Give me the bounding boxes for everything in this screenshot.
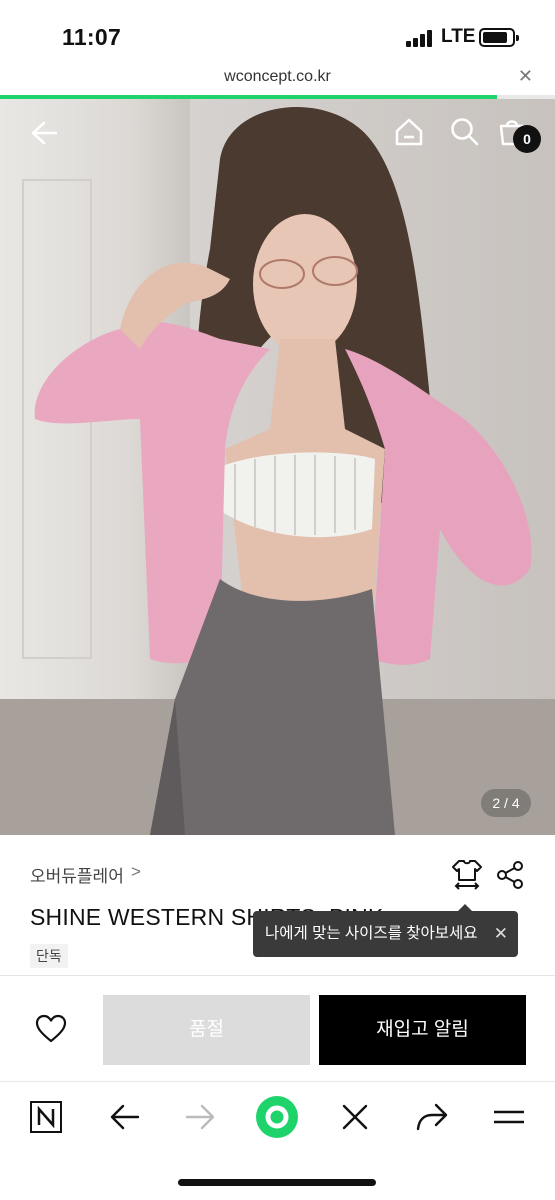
url-text[interactable]: wconcept.co.kr [0,68,555,86]
home-indicator [178,1179,376,1186]
naver-icon[interactable] [28,1099,64,1135]
divider [0,975,555,976]
home-icon[interactable] [393,116,425,148]
status-bar: 11:07 LTE [0,0,555,70]
back-arrow-icon[interactable] [28,118,58,148]
close-icon[interactable]: ✕ [518,66,533,87]
status-time: 11:07 [62,24,122,50]
image-counter: 2 / 4 [481,789,531,817]
close-icon[interactable] [337,1099,373,1135]
menu-icon[interactable] [491,1099,527,1135]
chevron-right-icon[interactable]: > [131,862,141,882]
network-label: LTE [441,26,476,47]
heart-icon[interactable] [35,1014,67,1044]
battery-icon [479,28,519,47]
cart-count-badge[interactable]: 0 [513,125,541,153]
brand-link[interactable]: 오버듀플레어 [30,862,124,887]
forward-icon[interactable] [183,1099,219,1135]
signal-icon [406,29,434,47]
soldout-button[interactable]: 품절 [103,995,310,1065]
url-bar[interactable]: wconcept.co.kr ✕ [0,62,555,96]
product-image[interactable] [0,99,555,835]
exclusive-badge: 단독 [30,944,68,968]
share-icon[interactable] [414,1099,450,1135]
restock-alert-button[interactable]: 재입고 알림 [319,995,526,1065]
search-icon[interactable] [449,116,481,148]
share-icon[interactable] [495,860,525,890]
green-dot-icon[interactable] [255,1095,299,1139]
size-guide-icon[interactable] [451,858,483,892]
size-tooltip[interactable]: 나에게 맞는 사이즈를 찾아보세요 ✕ [253,904,518,957]
back-icon[interactable] [106,1099,142,1135]
close-icon[interactable]: ✕ [494,911,508,957]
tooltip-text: 나에게 맞는 사이즈를 찾아보세요 [265,925,478,942]
model-photo [34,106,532,835]
